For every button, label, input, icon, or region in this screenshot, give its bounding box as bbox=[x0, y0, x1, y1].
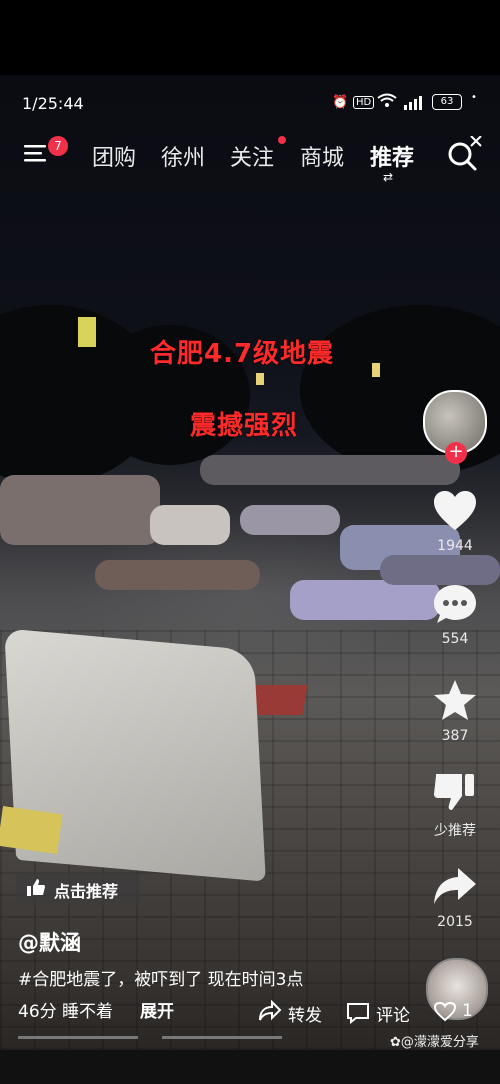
watermark-text: @濛濛爱分享 bbox=[400, 1035, 479, 1050]
comment-icon bbox=[434, 585, 476, 623]
recommend-label: 点击推荐 bbox=[54, 882, 119, 901]
top-navigation: 7 团购 徐州 关注 商城 推荐 ⇄ bbox=[0, 130, 500, 184]
comment-count: 554 bbox=[441, 631, 469, 647]
dislike-label: 少推荐 bbox=[434, 823, 476, 839]
watermark-logo-icon: ✿ bbox=[390, 1035, 401, 1050]
tab-recommend[interactable]: 推荐 bbox=[370, 140, 414, 172]
bottom-like-count: 1 bbox=[462, 1001, 473, 1021]
caption-text: #合肥地震了，被吓到了 现在时间3点 bbox=[18, 970, 304, 990]
bottom-nav-bar bbox=[0, 1050, 500, 1084]
author-avatar-container[interactable]: + bbox=[420, 390, 490, 470]
heart-icon bbox=[434, 491, 476, 530]
comment-label: 评论 bbox=[376, 1006, 410, 1026]
menu-button[interactable]: 7 bbox=[24, 136, 68, 166]
dot-icon: • bbox=[471, 92, 477, 103]
tab-city[interactable]: 徐州 bbox=[161, 140, 205, 172]
tab-group-buy[interactable]: 团购 bbox=[92, 140, 136, 172]
share-arrow-icon bbox=[434, 868, 476, 904]
menu-badge: 7 bbox=[48, 136, 68, 156]
follow-plus-icon[interactable]: + bbox=[445, 442, 467, 464]
expand-link[interactable]: 展开 bbox=[140, 997, 174, 1022]
switch-icon: ⇄ bbox=[383, 170, 394, 184]
wifi-icon bbox=[377, 93, 397, 113]
favorite-count: 387 bbox=[441, 728, 469, 744]
watermark: ✿@濛濛爱分享 bbox=[390, 1031, 479, 1050]
status-time: 1/25:44 bbox=[22, 94, 84, 113]
lit-window bbox=[372, 363, 380, 377]
like-button[interactable]: 1944 bbox=[420, 490, 490, 554]
recommend-pill[interactable]: 点击推荐 bbox=[16, 872, 140, 906]
heart-outline-icon bbox=[433, 1001, 457, 1026]
lit-window bbox=[256, 373, 264, 385]
video-title-line2: 震撼强烈 bbox=[190, 411, 299, 441]
dislike-button[interactable]: 少推荐 bbox=[420, 770, 490, 840]
status-bar: 1/25:44 ⏰ HD 63 • bbox=[0, 88, 500, 118]
battery-level: 63 bbox=[440, 96, 454, 107]
person-sleeping bbox=[150, 505, 230, 545]
person-sleeping bbox=[290, 580, 440, 620]
progress-segment bbox=[18, 1036, 138, 1039]
lit-window bbox=[78, 317, 96, 347]
person-sleeping bbox=[0, 475, 160, 545]
menu-icon bbox=[24, 145, 46, 162]
tab-mall[interactable]: 商城 bbox=[300, 140, 344, 172]
comment-box-icon bbox=[346, 1002, 370, 1028]
search-button[interactable] bbox=[446, 135, 490, 176]
progress-segment bbox=[162, 1036, 282, 1039]
comment-button[interactable]: 554 bbox=[420, 583, 490, 647]
battery-icon: 63 bbox=[432, 94, 462, 110]
author-name[interactable]: @默涵 bbox=[18, 927, 81, 957]
person-sleeping bbox=[95, 560, 260, 590]
caption-line2: 46分 睡不着 bbox=[18, 1002, 114, 1022]
yellow-box bbox=[0, 806, 63, 854]
repost-label: 转发 bbox=[288, 1006, 322, 1026]
favorite-button[interactable]: 387 bbox=[420, 678, 490, 744]
like-count: 1944 bbox=[437, 538, 473, 554]
search-icon bbox=[448, 135, 482, 171]
signal-icon bbox=[402, 95, 424, 114]
alarm-icon: ⏰ bbox=[332, 95, 349, 110]
following-dot bbox=[278, 136, 286, 144]
share-count: 2015 bbox=[437, 914, 473, 930]
share-button[interactable]: 2015 bbox=[420, 866, 490, 930]
person-sleeping bbox=[240, 505, 340, 535]
tab-following[interactable]: 关注 bbox=[230, 140, 274, 172]
person-sleeping bbox=[380, 555, 500, 585]
thumbs-up-icon bbox=[26, 877, 46, 902]
star-icon bbox=[434, 680, 476, 720]
hd-icon: HD bbox=[353, 96, 375, 109]
video-title-line1: 合肥4.7级地震 bbox=[150, 339, 335, 369]
repost-icon bbox=[258, 999, 282, 1026]
thumbs-down-icon bbox=[434, 774, 474, 810]
